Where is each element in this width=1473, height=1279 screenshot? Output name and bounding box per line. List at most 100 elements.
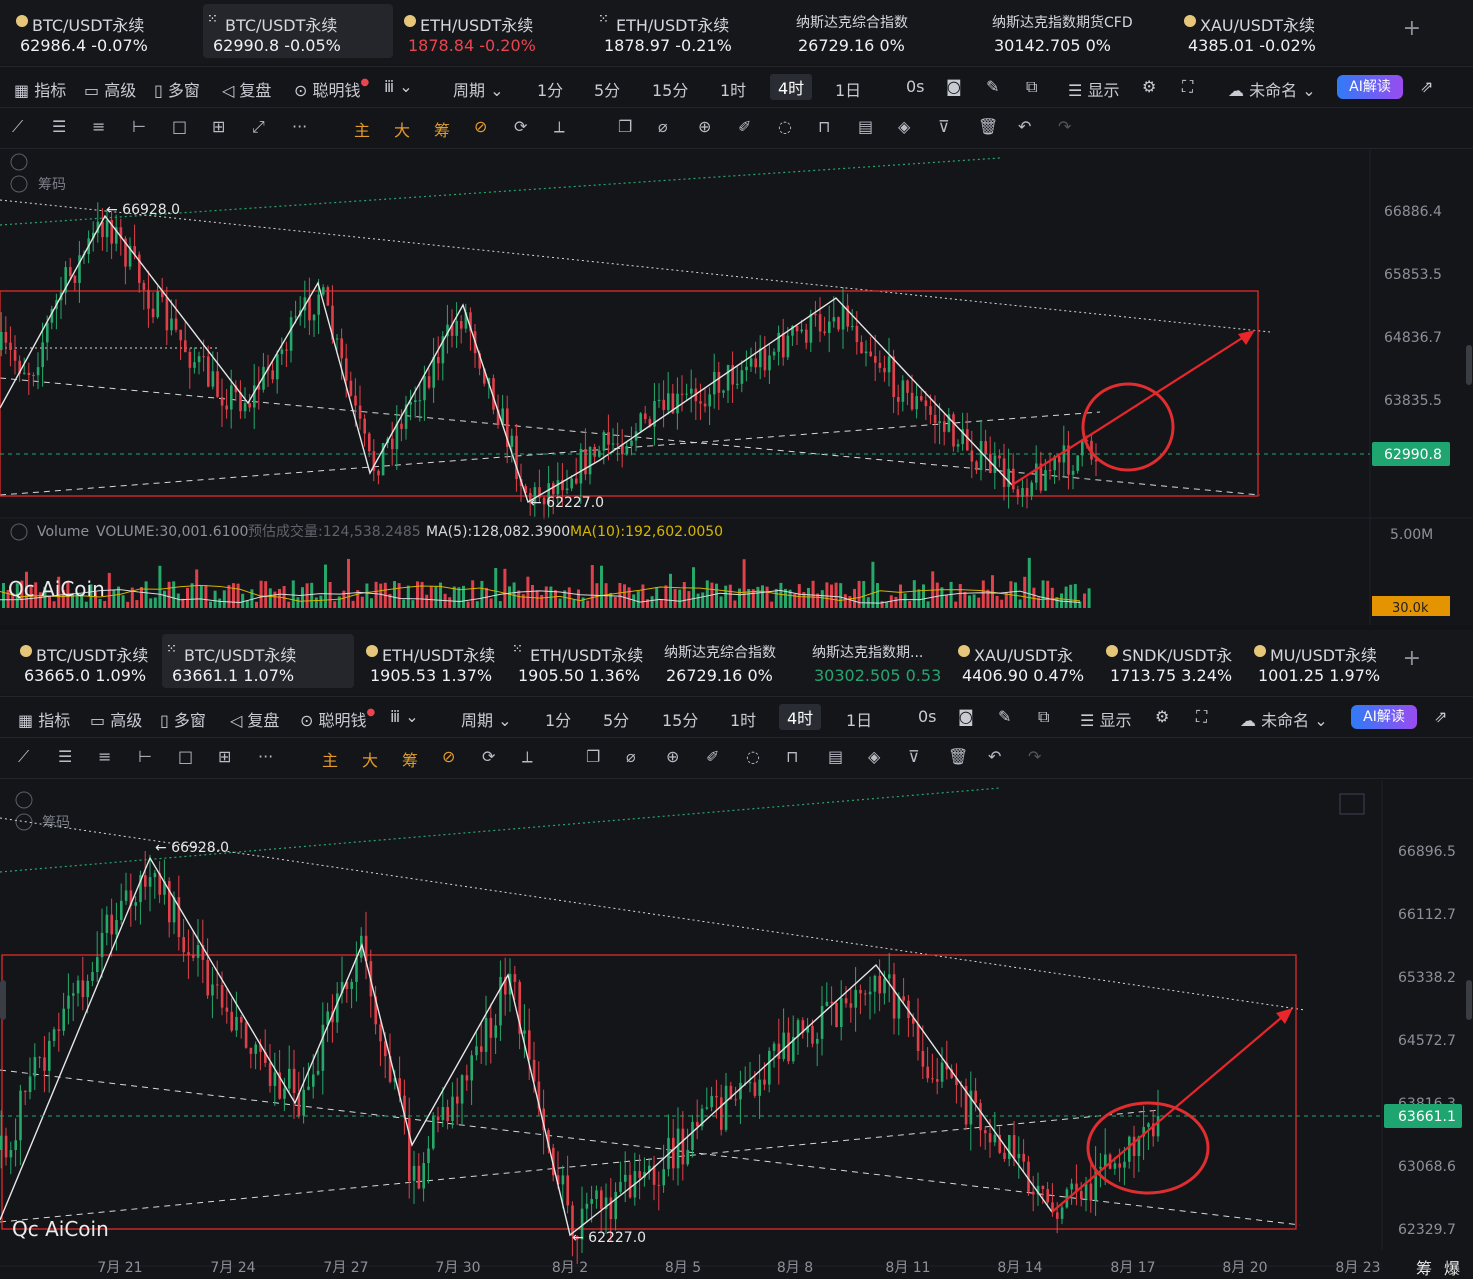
filter-icon[interactable]: ⊽ — [908, 747, 920, 766]
advanced-button[interactable]: ▭ 高级 — [84, 77, 136, 101]
ticker-tab[interactable]: 纳斯达克指数期... 30302.505 0.53 — [804, 634, 944, 688]
chip-tool[interactable]: 筹 — [434, 117, 450, 141]
ai-button[interactable]: AI解读 — [1351, 705, 1417, 729]
ticker-tab[interactable]: XAU/USDT永 4406.90 0.47% — [952, 634, 1092, 688]
big-order-tool[interactable]: 大 — [362, 747, 378, 771]
template-icon[interactable]: ▤ — [828, 747, 843, 766]
ruler-tool-icon[interactable]: ⊞ — [212, 117, 225, 136]
camera-icon[interactable]: ◙ — [958, 707, 974, 726]
camera-icon[interactable]: ◙ — [946, 77, 962, 96]
alert-icon[interactable]: ◈ — [898, 117, 910, 136]
tf-5m[interactable]: 5分 — [594, 77, 620, 101]
rect-tool-icon[interactable]: □ — [172, 117, 187, 136]
magnet-icon[interactable]: ⌀ — [658, 117, 668, 136]
left-panel-toggle[interactable] — [0, 980, 6, 1020]
multi-window-button[interactable]: ▯ 多窗 — [160, 707, 206, 731]
ticker-tab[interactable]: ⁙ ETH/USDT永续 1878.97 -0.21% — [594, 4, 784, 58]
alert-icon[interactable]: ◈ — [868, 747, 880, 766]
share-icon[interactable]: ⇗ — [1420, 77, 1433, 96]
tf-1m[interactable]: 1分 — [537, 77, 563, 101]
ticker-tab[interactable]: 纳斯达克指数期货CFD 30142.705 0% — [984, 4, 1174, 58]
hline-tool-icon[interactable]: ☰ — [52, 117, 66, 136]
period-button[interactable]: 周期 ⌄ — [453, 77, 504, 101]
redo-icon[interactable]: ↷ — [1028, 747, 1041, 766]
ticker-tab[interactable]: ETH/USDT永续 1905.53 1.37% — [360, 634, 500, 688]
template-icon[interactable]: ▤ — [858, 117, 873, 136]
period-button[interactable]: 周期 ⌄ — [461, 707, 512, 731]
channel-tool-icon[interactable]: ≡ — [92, 117, 105, 136]
more-tools-icon[interactable]: ··· — [258, 747, 273, 766]
chip-tool[interactable]: 筹 — [402, 747, 418, 771]
smart-money-button[interactable]: ⊙ 聪明钱● — [294, 77, 369, 101]
settings-icon[interactable]: ⚙ — [1142, 77, 1156, 96]
ai-button[interactable]: AI解读 — [1337, 75, 1403, 99]
main-force-tool[interactable]: 主 — [354, 117, 370, 141]
tf-1d[interactable]: 1日 — [846, 707, 872, 731]
auto-draw-icon[interactable]: ⊘ — [474, 117, 487, 136]
multi-window-button[interactable]: ▯ 多窗 — [154, 77, 200, 101]
indicator-button[interactable]: ▦ 指标 — [18, 707, 70, 731]
ruler-tool-icon[interactable]: ⊞ — [218, 747, 231, 766]
magnet-icon[interactable]: ⌀ — [626, 747, 636, 766]
ticker-tab[interactable]: ⁙ ETH/USDT永续 1905.50 1.36% — [508, 634, 648, 688]
redo-icon[interactable]: ↷ — [1058, 117, 1071, 136]
chart-type-button[interactable]: ⅲ ⌄ — [390, 707, 419, 726]
replay-button[interactable]: ◁ 复盘 — [230, 707, 279, 731]
ticker-tab[interactable]: SNDK/USDT永 1713.75 3.24% — [1100, 634, 1240, 688]
brush-icon[interactable]: ✐ — [738, 117, 751, 136]
export-icon[interactable]: ⧉ — [1026, 77, 1037, 97]
ray-tool-icon[interactable]: ⊢ — [138, 747, 152, 766]
ticker-tab[interactable]: BTC/USDT永续 63665.0 1.09% — [14, 634, 154, 688]
add-ticker-icon[interactable]: + — [1403, 16, 1421, 41]
ticker-tab[interactable]: ETH/USDT永续 1878.84 -0.20% — [398, 4, 588, 58]
filter-icon[interactable]: ⊽ — [938, 117, 950, 136]
add-ticker-icon[interactable]: + — [1403, 646, 1421, 671]
sync-icon[interactable]: ⟳ — [482, 747, 495, 766]
share-icon[interactable]: ⇗ — [1434, 707, 1447, 726]
pen-icon[interactable]: ✎ — [998, 707, 1011, 726]
main-force-tool[interactable]: 主 — [322, 747, 338, 771]
hide-icon[interactable]: ◌ — [746, 747, 760, 766]
layout-name-button[interactable]: ☁ 未命名 ⌄ — [1228, 77, 1316, 101]
tf-1h[interactable]: 1时 — [720, 77, 746, 101]
tf-1d[interactable]: 1日 — [835, 77, 861, 101]
ticker-tab[interactable]: 纳斯达克综合指数 26729.16 0% — [656, 634, 796, 688]
brush-icon[interactable]: ✐ — [706, 747, 719, 766]
fullscreen-icon[interactable]: ⛶ — [1196, 707, 1207, 727]
lock-icon[interactable]: ⊓ — [818, 117, 830, 136]
tf-1m[interactable]: 1分 — [545, 707, 571, 731]
settings-icon[interactable]: ⚙ — [1155, 707, 1169, 726]
hline-tool-icon[interactable]: ☰ — [58, 747, 72, 766]
replay-button[interactable]: ◁ 复盘 — [222, 77, 271, 101]
measure-icon[interactable]: ⟂ — [554, 117, 565, 137]
ticker-tab[interactable]: XAU/USDT永续 4385.01 -0.02% — [1178, 4, 1368, 58]
trash-icon[interactable]: 🗑 — [978, 117, 998, 136]
tf-4h[interactable]: 4时 — [779, 704, 822, 730]
arrow-tool-icon[interactable]: ⤢ — [252, 117, 265, 137]
trendline-tool-icon[interactable]: ⟋ — [12, 117, 23, 137]
right-panel-toggle[interactable] — [1466, 345, 1472, 385]
more-tools-icon[interactable]: ··· — [292, 117, 307, 136]
trendline-tool-icon[interactable]: ⟋ — [18, 747, 29, 767]
channel-tool-icon[interactable]: ≡ — [98, 747, 111, 766]
pen-icon[interactable]: ✎ — [986, 77, 999, 96]
measure-icon[interactable]: ⟂ — [522, 747, 533, 767]
auto-draw-icon[interactable]: ⊘ — [442, 747, 455, 766]
sync-icon[interactable]: ⟳ — [514, 117, 527, 136]
hide-icon[interactable]: ◌ — [778, 117, 792, 136]
candlestick-chart[interactable]: 筹码 ← 66928.0 ← 62227.0 66896.5 66112.7 65338.… — [0, 780, 1473, 1279]
copy-icon[interactable]: ❐ — [586, 747, 600, 766]
ticker-tab[interactable]: BTC/USDT永续 62986.4 -0.07% — [10, 4, 195, 58]
chart-type-button[interactable]: ⅲ ⌄ — [384, 77, 413, 96]
fullscreen-icon[interactable]: ⛶ — [1182, 77, 1193, 97]
layout-name-button[interactable]: ☁ 未命名 ⌄ — [1240, 707, 1328, 731]
ticker-tab[interactable]: ⁙ BTC/USDT永续 63661.1 1.07% — [162, 634, 354, 688]
undo-icon[interactable]: ↶ — [1018, 117, 1031, 136]
indicator-button[interactable]: ▦ 指标 — [14, 77, 66, 101]
copy-icon[interactable]: ❐ — [618, 117, 632, 136]
right-panel-toggle[interactable] — [1466, 980, 1472, 1020]
undo-icon[interactable]: ↶ — [988, 747, 1001, 766]
display-button[interactable]: ☰ 显示 — [1080, 707, 1131, 731]
ticker-tab[interactable]: 纳斯达克综合指数 26729.16 0% — [788, 4, 978, 58]
big-order-tool[interactable]: 大 — [394, 117, 410, 141]
